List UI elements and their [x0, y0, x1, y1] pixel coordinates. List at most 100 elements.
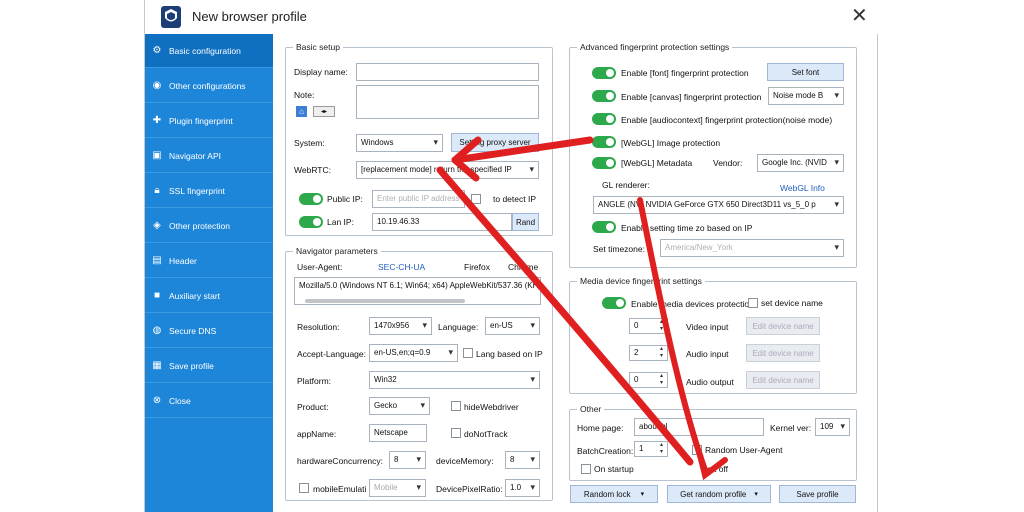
- auto-detect-checkbox[interactable]: [471, 194, 481, 204]
- audio-output-spinner[interactable]: 0: [629, 372, 668, 388]
- rand-button[interactable]: Rand: [512, 213, 539, 231]
- platform-label: Platform:: [297, 376, 332, 386]
- on-startup-label: On startup: [594, 464, 634, 474]
- device-pixel-ratio-select[interactable]: 1.0: [505, 479, 540, 497]
- hide-webdriver-label: hideWebdriver: [464, 402, 519, 412]
- sidebar-item-plugin-fingerprint[interactable]: ✚ Plugin fingerprint: [145, 104, 273, 138]
- platform-select[interactable]: Win32: [369, 371, 540, 389]
- set-device-name-label: set device name: [761, 298, 823, 308]
- get-random-profile-label: Get random profile: [680, 489, 747, 499]
- sidebar-item-other-protection[interactable]: ◈ Other protection: [145, 209, 273, 243]
- set-device-name-checkbox[interactable]: [748, 298, 758, 308]
- vendor-label: Vendor:: [713, 158, 743, 168]
- audio-input-spinner[interactable]: 2: [629, 345, 668, 361]
- lan-ip-label: Lan IP:: [327, 217, 354, 227]
- set-font-button[interactable]: Set font: [767, 63, 844, 81]
- video-input-spinner[interactable]: 0: [629, 318, 668, 334]
- arrows-icon[interactable]: ◂▸: [313, 106, 335, 117]
- other-legend: Other: [577, 404, 605, 414]
- note-textarea[interactable]: [356, 85, 539, 119]
- hardware-concurrency-select[interactable]: 8: [389, 451, 426, 469]
- horizontal-scrollbar[interactable]: [305, 299, 465, 303]
- language-label: Language:: [438, 322, 479, 332]
- user-agent-label: User-Agent:: [297, 262, 343, 272]
- public-ip-label: Public IP:: [327, 194, 363, 204]
- random-lock-button[interactable]: Random lock ▾: [570, 485, 658, 503]
- do-not-track-checkbox[interactable]: [451, 428, 461, 438]
- appname-label: appName:: [297, 429, 337, 439]
- appname-input[interactable]: Netscape: [369, 424, 427, 442]
- lan-ip-input[interactable]: 10.19.46.33: [372, 213, 512, 231]
- canvas-protection-toggle[interactable]: [592, 90, 616, 102]
- batch-creation-spinner[interactable]: 1: [634, 441, 668, 457]
- edit-audio-output-device-button[interactable]: Edit device name: [746, 371, 820, 389]
- random-ua-checkbox[interactable]: [692, 445, 702, 455]
- lan-ip-toggle[interactable]: [299, 216, 323, 228]
- sidebar-item-ssl-fingerprint[interactable]: 🔒︎ SSL fingerprint: [145, 174, 273, 208]
- display-name-label: Display name:: [294, 67, 348, 77]
- home-page-input[interactable]: about:bl: [634, 418, 764, 436]
- get-random-profile-button[interactable]: Get random profile ▾: [667, 485, 771, 503]
- webgl-metadata-toggle[interactable]: [592, 157, 616, 169]
- sidebar-item-other-configurations[interactable]: ◉ Other configurations: [145, 69, 273, 103]
- sidebar-item-save-profile[interactable]: ▦ Save profile: [145, 349, 273, 383]
- mobile-emulation-label: mobileEmulati: [313, 484, 367, 494]
- sidebar-item-label: Navigator API: [169, 150, 221, 161]
- font-protection-toggle[interactable]: [592, 67, 616, 79]
- sidebar-item-label: Other configurations: [169, 80, 246, 91]
- window-title: New browser profile: [192, 9, 307, 24]
- basic-setup-panel: Basic setup Display name: Note: ⌂ ◂▸ Sys…: [285, 42, 553, 236]
- chrome-option[interactable]: Chrome: [508, 262, 552, 272]
- canvas-mode-select[interactable]: Noise mode B: [768, 87, 844, 105]
- mobile-select[interactable]: Mobile: [369, 479, 426, 497]
- sidebar-item-close[interactable]: ⊗ Close: [145, 384, 273, 418]
- resolution-select[interactable]: 1470x956: [369, 317, 432, 335]
- hide-webdriver-checkbox[interactable]: [451, 401, 461, 411]
- home-icon[interactable]: ⌂: [296, 106, 307, 117]
- kernel-ver-label: Kernel ver:: [770, 423, 812, 433]
- lock-icon: 🔒︎: [154, 185, 160, 196]
- media-legend: Media device fingerprint settings: [577, 276, 705, 286]
- device-memory-select[interactable]: 8: [505, 451, 540, 469]
- on-icon: ■: [153, 290, 161, 301]
- sidebar-item-basic-configuration[interactable]: ⚙ Basic configuration: [145, 34, 273, 68]
- timezone-select[interactable]: America/New_York: [660, 239, 844, 257]
- audio-protection-toggle[interactable]: [592, 113, 616, 125]
- firefox-option[interactable]: Firefox: [464, 262, 490, 272]
- edit-video-device-button[interactable]: Edit device name: [746, 317, 820, 335]
- save-profile-button[interactable]: Save profile: [779, 485, 856, 503]
- mobile-emulation-checkbox[interactable]: [299, 483, 309, 493]
- kernel-ver-select[interactable]: 109: [815, 418, 850, 436]
- close-icon[interactable]: ✕: [851, 3, 868, 28]
- lang-based-ip-checkbox[interactable]: [463, 348, 473, 358]
- sidebar-item-header[interactable]: ▤ Header: [145, 244, 273, 278]
- accept-language-select[interactable]: en-US,en;q=0.9: [369, 344, 458, 362]
- product-select[interactable]: Gecko: [369, 397, 430, 415]
- home-page-label: Home page:: [577, 423, 624, 433]
- on-startup-checkbox[interactable]: [581, 464, 591, 474]
- timezone-toggle[interactable]: [592, 221, 616, 233]
- edit-audio-input-device-button[interactable]: Edit device name: [746, 344, 820, 362]
- user-agent-input[interactable]: Mozilla/5.0 (Windows NT 6.1; Win64; x64)…: [294, 277, 541, 305]
- public-ip-toggle[interactable]: [299, 193, 323, 205]
- sidebar-item-auxiliary-start[interactable]: ■ Auxiliary start: [145, 279, 273, 313]
- webgl-info-link[interactable]: WebGL Info: [780, 183, 825, 193]
- sidebar-item-navigator-api[interactable]: ▣ Navigator API: [145, 139, 273, 173]
- user-agent-value: Mozilla/5.0 (Windows NT 6.1; Win64; x64)…: [299, 281, 539, 290]
- webgl-image-toggle[interactable]: [592, 136, 616, 148]
- sidebar-item-secure-dns[interactable]: ◍ Secure DNS: [145, 314, 273, 348]
- display-name-input[interactable]: [356, 63, 539, 81]
- system-select[interactable]: Windows: [356, 134, 443, 152]
- webrtc-select[interactable]: [replacement mode] return the specified …: [356, 161, 539, 179]
- public-ip-input[interactable]: Enter public IP address: [372, 190, 465, 208]
- sidebar-item-label: Basic configuration: [169, 45, 241, 56]
- browser-profile-window: New browser profile ✕ ⚙ Basic configurati…: [144, 0, 879, 512]
- language-select[interactable]: en-US: [485, 317, 540, 335]
- auto-detect-label: to detect IP: [493, 194, 536, 204]
- media-devices-toggle[interactable]: [602, 297, 626, 309]
- sec-ch-ua-link[interactable]: SEC-CH-UA: [378, 262, 425, 272]
- setting-proxy-server-button[interactable]: Setting proxy server: [451, 133, 539, 152]
- webgl-renderer-select[interactable]: ANGLE (NVI NVIDIA GeForce GTX 650 Direct…: [593, 196, 844, 214]
- resolution-label: Resolution:: [297, 322, 340, 332]
- vendor-select[interactable]: Google Inc. (NVID: [757, 154, 844, 172]
